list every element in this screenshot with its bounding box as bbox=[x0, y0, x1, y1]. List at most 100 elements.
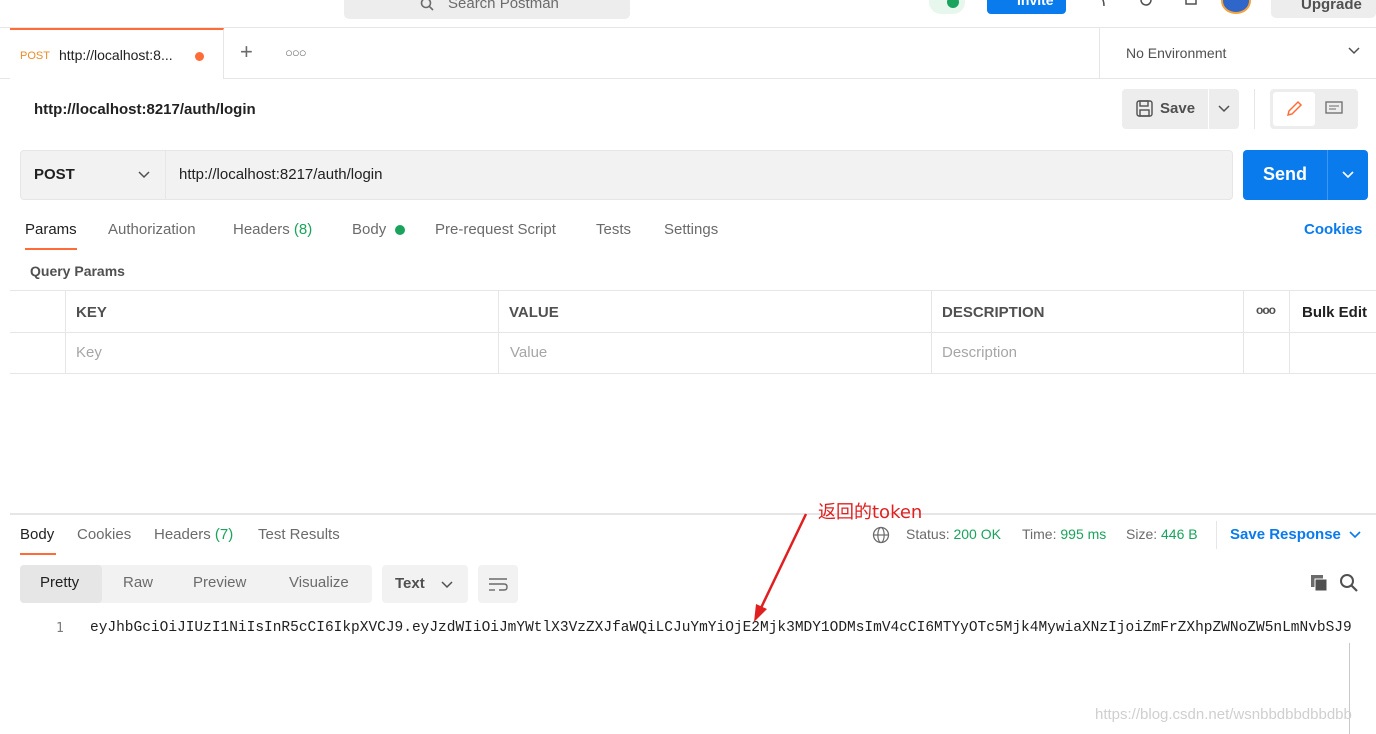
query-params-table: KEY VALUE DESCRIPTION ooo Bulk Edit Key … bbox=[10, 290, 1376, 374]
status-value: 200 OK bbox=[953, 526, 1001, 542]
search-icon[interactable] bbox=[1339, 573, 1359, 593]
user-avatar[interactable] bbox=[1221, 0, 1251, 14]
format-pretty[interactable]: Pretty bbox=[40, 574, 79, 591]
send-button[interactable]: Send bbox=[1263, 164, 1307, 185]
search-placeholder: Search Postman bbox=[448, 0, 559, 12]
save-response-chevron-icon[interactable] bbox=[1349, 531, 1361, 539]
send-button-group: Send bbox=[1243, 150, 1368, 200]
wrap-lines-icon bbox=[489, 578, 508, 591]
copy-icon[interactable] bbox=[1309, 573, 1329, 593]
size-value: 446 B bbox=[1161, 526, 1198, 542]
tab-title: http://localhost:8... bbox=[59, 47, 173, 63]
comment-icon[interactable] bbox=[1325, 101, 1343, 117]
time-label: Time: bbox=[1022, 526, 1057, 542]
tab-method: POST bbox=[20, 50, 50, 62]
tab-tests[interactable]: Tests bbox=[596, 221, 631, 238]
format-raw[interactable]: Raw bbox=[123, 574, 153, 591]
cookies-link[interactable]: Cookies bbox=[1304, 221, 1362, 238]
save-options-chevron-icon[interactable] bbox=[1218, 105, 1230, 113]
response-tab-test-results[interactable]: Test Results bbox=[258, 526, 340, 543]
response-tab-body[interactable]: Body bbox=[20, 526, 54, 543]
value-input[interactable]: Value bbox=[510, 344, 547, 361]
chevron-down-icon bbox=[441, 581, 453, 589]
key-input[interactable]: Key bbox=[76, 344, 102, 361]
sync-status-badge[interactable] bbox=[929, 0, 965, 14]
watermark: https://blog.csdn.net/wsnbbdbbdbbdbb bbox=[1095, 706, 1352, 723]
checkbox-column bbox=[10, 291, 66, 373]
response-body-text[interactable]: eyJhbGciOiJIUzI1NiIsInR5cCI6IkpXVCJ9.eyJ… bbox=[90, 620, 1352, 636]
key-header: KEY bbox=[76, 304, 107, 321]
annotation-arrow-icon bbox=[754, 513, 808, 622]
settings-icon[interactable] bbox=[1136, 0, 1156, 10]
response-headers-count: (7) bbox=[214, 526, 234, 543]
save-icon bbox=[1136, 100, 1153, 117]
content-type-dropdown[interactable]: Text bbox=[382, 565, 468, 603]
tab-settings[interactable]: Settings bbox=[664, 221, 718, 238]
format-visualize[interactable]: Visualize bbox=[289, 574, 349, 591]
size-info[interactable]: Size: 446 B bbox=[1126, 526, 1198, 542]
description-header: DESCRIPTION bbox=[942, 304, 1045, 321]
notification-bell-icon[interactable] bbox=[1181, 0, 1201, 10]
more-tabs-icon[interactable]: ○○○ bbox=[285, 45, 307, 60]
method-selector[interactable]: POST bbox=[21, 151, 166, 199]
time-value: 995 ms bbox=[1060, 526, 1107, 542]
search-icon bbox=[420, 0, 434, 11]
value-column bbox=[499, 291, 932, 373]
request-name[interactable]: http://localhost:8217/auth/login bbox=[34, 101, 256, 118]
sync-check-icon bbox=[947, 0, 959, 8]
url-bar: POST http://localhost:8217/auth/login bbox=[20, 150, 1233, 200]
response-pane-divider[interactable] bbox=[10, 513, 1376, 515]
active-response-tab-indicator bbox=[20, 553, 56, 555]
tab-authorization[interactable]: Authorization bbox=[108, 221, 196, 238]
save-response-button[interactable]: Save Response bbox=[1230, 526, 1341, 543]
wrap-lines-button[interactable] bbox=[478, 565, 518, 603]
environment-selector[interactable]: No Environment bbox=[1099, 28, 1376, 79]
content-type-label: Text bbox=[395, 575, 425, 592]
active-tab-indicator bbox=[25, 248, 77, 250]
format-preview[interactable]: Preview bbox=[193, 574, 246, 591]
new-tab-plus-icon[interactable]: + bbox=[240, 41, 253, 63]
status-divider bbox=[1216, 521, 1217, 549]
line-number: 1 bbox=[56, 621, 64, 636]
globe-icon[interactable] bbox=[872, 526, 890, 544]
invite-button[interactable]: Invite bbox=[987, 0, 1066, 14]
method-label: POST bbox=[34, 166, 75, 183]
response-headers-label: Headers bbox=[154, 526, 211, 543]
headers-count: (8) bbox=[293, 221, 313, 238]
request-config-tabs: Params Authorization Headers (8) Body Pr… bbox=[0, 212, 1376, 252]
invite-label: Invite bbox=[1017, 0, 1054, 8]
toolbar-divider bbox=[1254, 89, 1255, 129]
request-tab[interactable]: POST http://localhost:8... bbox=[10, 28, 224, 79]
environment-label: No Environment bbox=[1126, 45, 1227, 61]
bulk-edit-button[interactable]: Bulk Edit bbox=[1302, 304, 1367, 321]
edit-mode-button[interactable] bbox=[1273, 92, 1315, 126]
response-tab-cookies[interactable]: Cookies bbox=[77, 526, 131, 543]
upgrade-label: Upgrade bbox=[1301, 0, 1362, 13]
column-options-icon[interactable]: ooo bbox=[1256, 303, 1276, 317]
tab-body[interactable]: Body bbox=[352, 221, 386, 238]
response-tab-headers[interactable]: Headers (7) bbox=[154, 526, 233, 543]
url-input[interactable]: http://localhost:8217/auth/login bbox=[179, 166, 382, 183]
status-label: Status: bbox=[906, 526, 950, 542]
upgrade-button[interactable]: Upgrade bbox=[1271, 0, 1376, 18]
unsaved-dot-icon bbox=[195, 52, 204, 61]
tab-params[interactable]: Params bbox=[25, 221, 77, 238]
save-divider bbox=[1208, 89, 1209, 129]
send-options-chevron-icon[interactable] bbox=[1342, 171, 1354, 179]
key-column bbox=[66, 291, 499, 373]
save-button-group: Save bbox=[1122, 89, 1239, 129]
description-input[interactable]: Description bbox=[942, 344, 1017, 361]
satellite-icon[interactable] bbox=[1090, 0, 1110, 10]
view-mode-toggle bbox=[1270, 89, 1358, 129]
time-info[interactable]: Time: 995 ms bbox=[1022, 526, 1106, 542]
tab-headers[interactable]: Headers (8) bbox=[233, 221, 312, 238]
size-label: Size: bbox=[1126, 526, 1158, 542]
save-button[interactable]: Save bbox=[1160, 100, 1195, 117]
request-tab-bar: POST http://localhost:8... + ○○○ No Envi… bbox=[0, 28, 1376, 79]
status-info[interactable]: Status: 200 OK bbox=[906, 526, 1001, 542]
search-bar[interactable]: Search Postman bbox=[344, 0, 630, 19]
tab-pre-request-script[interactable]: Pre-request Script bbox=[435, 221, 556, 238]
annotation-label: 返回的token bbox=[818, 502, 923, 523]
send-divider bbox=[1327, 150, 1328, 200]
value-header: VALUE bbox=[509, 304, 559, 321]
